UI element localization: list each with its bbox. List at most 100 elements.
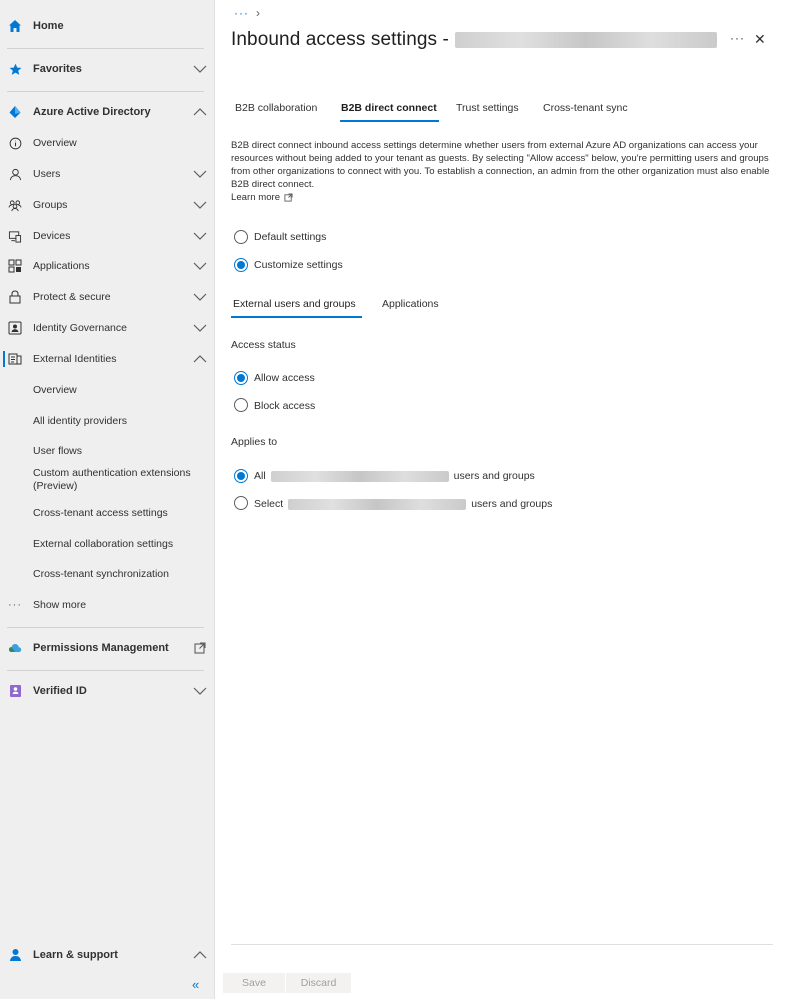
- verified-id-icon: [7, 683, 23, 699]
- nav-identity-governance[interactable]: Identity Governance: [0, 320, 215, 336]
- access-status-label: Access status: [231, 339, 296, 351]
- chevron-down-icon[interactable]: [192, 228, 208, 244]
- breadcrumb-separator: ›: [256, 6, 260, 20]
- star-icon: [7, 61, 23, 77]
- tab-b2b-direct-connect[interactable]: B2B direct connect: [341, 102, 437, 114]
- nav-overview[interactable]: Overview: [0, 135, 215, 151]
- nav-groups[interactable]: Groups: [0, 197, 215, 213]
- learn-support-icon: [7, 947, 23, 963]
- nav-divider: [7, 627, 204, 628]
- learn-more-link[interactable]: Learn more: [231, 192, 293, 203]
- external-identities-icon: [7, 351, 23, 367]
- learn-more-label: Learn more: [231, 192, 281, 203]
- nav-applications-label: Applications: [33, 260, 90, 272]
- customize-settings-radio[interactable]: [234, 258, 248, 272]
- nav-learn-support-label: Learn & support: [33, 949, 118, 961]
- breadcrumb-more-button[interactable]: ···: [234, 6, 249, 20]
- tab-trust-settings[interactable]: Trust settings: [456, 102, 519, 114]
- nav-permissions-management[interactable]: Permissions Management: [0, 640, 215, 656]
- nav-users-label: Users: [33, 168, 61, 180]
- nav-overview-label: Overview: [33, 137, 77, 149]
- nav-user-flows[interactable]: User flows: [0, 443, 215, 459]
- nav-favorites[interactable]: Favorites: [0, 61, 215, 77]
- cloud-icon: [7, 640, 23, 656]
- nav-custom-auth-line1: Custom authentication extensions: [33, 467, 191, 479]
- nav-azure-ad[interactable]: Azure Active Directory: [0, 104, 215, 120]
- nav-external-collaboration-settings-label: External collaboration settings: [33, 538, 174, 550]
- nav-cross-tenant-access-settings[interactable]: Cross-tenant access settings: [0, 505, 215, 521]
- save-button[interactable]: Save: [223, 973, 285, 993]
- applies-all-radio[interactable]: [234, 469, 248, 483]
- applies-select-radio[interactable]: [234, 496, 248, 510]
- nav-external-identities-label: External Identities: [33, 353, 117, 365]
- chevron-up-icon[interactable]: [192, 351, 208, 367]
- nav-verified-id-label: Verified ID: [33, 685, 87, 697]
- collapse-sidebar-button[interactable]: «: [192, 977, 199, 992]
- chevron-up-icon[interactable]: [192, 104, 208, 120]
- nav-show-more[interactable]: ··· Show more: [0, 597, 215, 613]
- discard-button[interactable]: Discard: [286, 973, 351, 993]
- applies-all-label: All users and groups: [254, 470, 535, 482]
- nav-devices-label: Devices: [33, 230, 71, 242]
- allow-access-label: Allow access: [254, 372, 315, 384]
- nav-applications[interactable]: Applications: [0, 258, 215, 274]
- default-settings-label: Default settings: [254, 231, 327, 243]
- chevron-down-icon[interactable]: [192, 289, 208, 305]
- external-link-icon[interactable]: [192, 640, 208, 656]
- user-icon: [7, 166, 23, 182]
- subtab-external-users-groups[interactable]: External users and groups: [233, 298, 356, 310]
- home-icon: [7, 18, 23, 34]
- nav-ext-overview[interactable]: Overview: [0, 382, 215, 398]
- subtab-applications[interactable]: Applications: [382, 298, 439, 310]
- nav-cross-tenant-synchronization[interactable]: Cross-tenant synchronization: [0, 566, 215, 582]
- nav-verified-id[interactable]: Verified ID: [0, 683, 215, 699]
- applies-to-label: Applies to: [231, 436, 278, 448]
- identity-governance-icon: [7, 320, 23, 336]
- nav-cross-tenant-access-settings-label: Cross-tenant access settings: [33, 507, 168, 519]
- nav-custom-auth-line2: (Preview): [33, 480, 78, 492]
- tab-b2b-collaboration[interactable]: B2B collaboration: [235, 102, 317, 114]
- chevron-down-icon[interactable]: [192, 166, 208, 182]
- nav-protect-secure-label: Protect & secure: [33, 291, 111, 303]
- nav-all-identity-providers[interactable]: All identity providers: [0, 413, 215, 429]
- default-settings-radio[interactable]: [234, 230, 248, 244]
- chevron-down-icon[interactable]: [192, 197, 208, 213]
- main-panel: ··· › Inbound access settings - ··· ✕ B2…: [216, 0, 788, 999]
- nav-external-identities[interactable]: External Identities: [0, 351, 215, 367]
- nav-custom-auth-extensions[interactable]: Custom authentication extensions (Previe…: [0, 467, 215, 495]
- nav-permissions-management-label: Permissions Management: [33, 642, 169, 654]
- azure-ad-icon: [7, 104, 23, 120]
- allow-access-radio[interactable]: [234, 371, 248, 385]
- redacted-tenant-name: [454, 32, 717, 48]
- block-access-radio[interactable]: [234, 398, 248, 412]
- close-button[interactable]: ✕: [754, 31, 766, 48]
- page-title: Inbound access settings -: [231, 29, 449, 50]
- nav-external-collaboration-settings[interactable]: External collaboration settings: [0, 536, 215, 552]
- nav-home[interactable]: Home: [0, 18, 215, 34]
- nav-show-more-label: Show more: [33, 599, 87, 611]
- footer-divider: [231, 944, 773, 945]
- nav-identity-governance-label: Identity Governance: [33, 322, 127, 334]
- block-access-label: Block access: [254, 400, 316, 412]
- nav-devices[interactable]: Devices: [0, 228, 215, 244]
- nav-custom-auth-extensions-label: Custom authentication extensions (Previe…: [33, 467, 191, 493]
- nav-divider: [7, 48, 204, 49]
- nav-groups-label: Groups: [33, 199, 68, 211]
- customize-settings-label: Customize settings: [254, 259, 343, 271]
- chevron-up-icon[interactable]: [192, 947, 208, 963]
- nav-users[interactable]: Users: [0, 166, 215, 182]
- tab-cross-tenant-sync[interactable]: Cross-tenant sync: [543, 102, 628, 114]
- chevron-down-icon[interactable]: [192, 258, 208, 274]
- applications-icon: [7, 258, 23, 274]
- nav-learn-support[interactable]: Learn & support: [0, 947, 215, 963]
- subtab-active-underline: [231, 316, 362, 318]
- nav-user-flows-label: User flows: [33, 445, 83, 457]
- chevron-down-icon[interactable]: [192, 320, 208, 336]
- more-options-button[interactable]: ···: [730, 31, 745, 45]
- nav-protect-secure[interactable]: Protect & secure: [0, 289, 215, 305]
- chevron-down-icon[interactable]: [192, 683, 208, 699]
- ellipsis-icon: ···: [8, 599, 22, 611]
- redacted-org-name: [270, 470, 449, 482]
- applies-all-prefix: All: [254, 470, 266, 482]
- chevron-down-icon[interactable]: [192, 61, 208, 77]
